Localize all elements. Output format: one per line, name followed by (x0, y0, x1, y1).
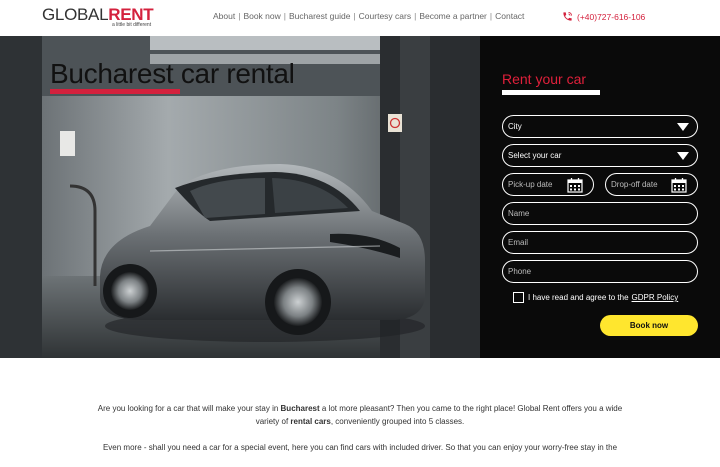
car-select[interactable]: Select your car (502, 144, 698, 167)
nav-separator: | (489, 11, 493, 21)
nav-become-partner[interactable]: Become a partner (419, 11, 487, 21)
intro-bold-city: Bucharest (280, 404, 320, 413)
intro-text-segment: Are you looking for a car that will make… (97, 404, 281, 413)
site-header: GLOBALRENT a little bit different About |… (0, 0, 720, 36)
city-select-value: City (508, 122, 522, 131)
title-underline (50, 89, 180, 94)
dropoff-date-field[interactable]: Drop-off date (605, 173, 698, 196)
hero-section: Bucharest car rental Rent your car City … (0, 36, 720, 358)
nav-book-now[interactable]: Book now (243, 11, 280, 21)
phone-placeholder: Phone (508, 267, 532, 276)
gdpr-checkbox[interactable] (513, 292, 524, 303)
chevron-down-icon (677, 152, 689, 160)
logo-text-global: GLOBAL (42, 5, 109, 24)
rental-form-panel: Rent your car City Select your car Pick-… (480, 36, 720, 358)
nav-courtesy-cars[interactable]: Courtesy cars (359, 11, 411, 21)
intro-paragraph-1: Are you looking for a car that will make… (0, 402, 720, 428)
intro-text-segment: , conveniently grouped into 5 classes. (330, 417, 465, 426)
page-title: Bucharest car rental (50, 58, 295, 89)
intro-text-segment: a lot more pleasant? Then you came to th… (319, 404, 623, 413)
form-title-underline (502, 90, 600, 95)
name-placeholder: Name (508, 209, 530, 218)
phone-link[interactable]: (+40)727-616-106 (562, 11, 645, 22)
email-field[interactable]: Email (502, 231, 698, 254)
main-nav: About | Book now | Bucharest guide | Courte… (213, 11, 524, 21)
phone-field[interactable]: Phone (502, 260, 698, 283)
name-field[interactable]: Name (502, 202, 698, 225)
logo[interactable]: GLOBALRENT a little bit different (42, 5, 154, 28)
gdpr-text: I have read and agree to the (528, 293, 629, 302)
nav-separator: | (283, 11, 286, 21)
dropoff-date-placeholder: Drop-off date (611, 180, 658, 189)
intro-bold-rental-cars: rental cars (290, 417, 331, 426)
pickup-date-placeholder: Pick-up date (508, 180, 553, 189)
email-placeholder: Email (508, 238, 529, 247)
city-select[interactable]: City (502, 115, 698, 138)
nav-contact[interactable]: Contact (495, 11, 524, 21)
book-now-button[interactable]: Book now (600, 315, 698, 336)
logo-tagline: a little bit different (112, 22, 152, 28)
nav-separator: | (414, 11, 417, 21)
chevron-down-icon (677, 123, 689, 131)
intro-text-segment: variety of (255, 417, 291, 426)
gdpr-policy-link[interactable]: GDPR Policy (632, 293, 679, 302)
nav-about[interactable]: About (213, 11, 235, 21)
intro-text: Are you looking for a car that will make… (0, 402, 720, 467)
form-title: Rent your car (502, 71, 587, 87)
calendar-icon[interactable] (567, 177, 583, 193)
nav-separator: | (238, 11, 241, 21)
car-select-value: Select your car (508, 151, 562, 160)
intro-paragraph-2: Even more - shall you need a car for a s… (102, 443, 618, 452)
phone-icon (563, 11, 573, 21)
pickup-date-field[interactable]: Pick-up date (502, 173, 594, 196)
nav-separator: | (353, 11, 356, 21)
nav-bucharest-guide[interactable]: Bucharest guide (289, 11, 350, 21)
phone-number: (+40)727-616-106 (577, 11, 646, 22)
calendar-icon[interactable] (671, 177, 687, 193)
gdpr-consent: I have read and agree to the GDPR Policy (513, 292, 678, 303)
